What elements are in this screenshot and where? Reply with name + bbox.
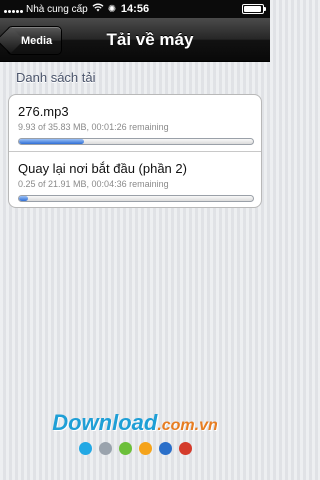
watermark-dot (98, 442, 112, 455)
watermark-logo: Download.com.vn (0, 410, 270, 436)
status-time: 14:56 (120, 3, 150, 15)
watermark-dot (158, 442, 172, 455)
download-progress-fill (19, 196, 29, 201)
download-progress-bar (18, 195, 254, 202)
page-title: Tải về máy (106, 29, 194, 49)
download-file-name: Quay lại nơi bắt đầu (phần 2) (18, 161, 187, 176)
back-button-label: Media (21, 34, 53, 47)
watermark-dot (118, 442, 132, 455)
watermark-dots (0, 442, 270, 455)
back-button-media[interactable]: Media (7, 26, 63, 55)
download-file-name: 276.mp3 (18, 104, 69, 119)
download-progress-bar (18, 138, 254, 145)
battery-level (244, 6, 262, 12)
watermark-dot (78, 442, 92, 455)
section-header: Danh sách tải (16, 70, 96, 85)
download-file-info: 0.25 of 21.91 MB, 00:04:36 remaining (18, 179, 169, 189)
download-progress-fill (19, 139, 84, 144)
download-item[interactable]: 276.mp3 9.93 of 35.83 MB, 00:01:26 remai… (9, 95, 261, 151)
navigation-bar: Media Tải về máy (0, 18, 270, 62)
download-file-info: 9.93 of 35.83 MB, 00:01:26 remaining (18, 122, 169, 132)
download-item[interactable]: Quay lại nơi bắt đầu (phần 2) 0.25 of 21… (9, 151, 261, 207)
status-bar: Nhà cung cấp ✺ 14:56 (0, 0, 270, 18)
watermark-dot (138, 442, 152, 455)
battery-icon (242, 4, 266, 14)
download-list: 276.mp3 9.93 of 35.83 MB, 00:01:26 remai… (8, 94, 262, 208)
watermark-suffix: .com.vn (157, 417, 218, 434)
watermark-dot (178, 442, 192, 455)
watermark-brand: Download (52, 410, 158, 435)
